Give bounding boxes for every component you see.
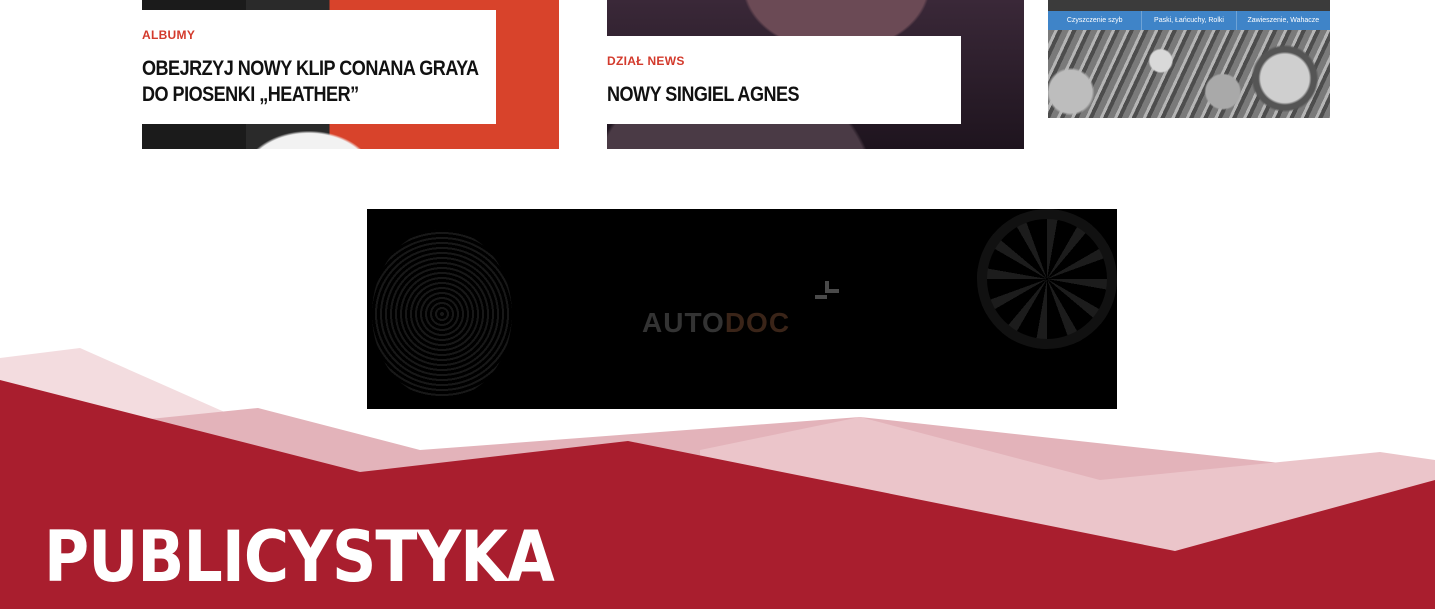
ad-tab[interactable]: Zawieszenie, Wahacze <box>1237 11 1330 30</box>
side-advertisement[interactable]: Czyszczenie szyb Paski, Łańcuchy, Rolki … <box>1048 0 1330 118</box>
article-category[interactable]: ALBUMY <box>142 28 195 42</box>
autodoc-logo-mark-icon <box>815 281 839 299</box>
ad-top-bar <box>1048 0 1330 11</box>
article-card-2[interactable]: DZIAŁ NEWS NOWY SINGIEL AGNES <box>607 0 1024 149</box>
article-category[interactable]: DZIAŁ NEWS <box>607 54 685 68</box>
section-title[interactable]: PUBLICYSTYKA <box>44 515 555 599</box>
ad-tab[interactable]: Czyszczenie szyb <box>1048 11 1143 30</box>
logo-text-auto: AUTO <box>642 307 725 338</box>
autodoc-logo[interactable]: AUTODOC <box>642 307 790 339</box>
ad-tab[interactable]: Paski, Łańcuchy, Rolki <box>1142 11 1237 30</box>
article-title[interactable]: OBEJRZYJ NOWY KLIP CONANA GRAYA DO PIOSE… <box>142 56 486 108</box>
logo-text-doc: DOC <box>724 307 791 338</box>
banner-advertisement[interactable]: AUTODOC <box>367 209 1117 409</box>
brake-disc-graphic <box>372 229 512 399</box>
wheel-rim-graphic <box>977 209 1117 349</box>
article-title[interactable]: NOWY SINGIEL AGNES <box>607 82 951 108</box>
ad-category-tabs: Czyszczenie szyb Paski, Łańcuchy, Rolki … <box>1048 11 1330 30</box>
article-caption-box: ALBUMY OBEJRZYJ NOWY KLIP CONANA GRAYA D… <box>142 10 496 124</box>
article-card-1[interactable]: ALBUMY OBEJRZYJ NOWY KLIP CONANA GRAYA D… <box>142 0 559 149</box>
car-parts-image[interactable] <box>1048 30 1330 118</box>
article-caption-box: DZIAŁ NEWS NOWY SINGIEL AGNES <box>607 36 961 124</box>
